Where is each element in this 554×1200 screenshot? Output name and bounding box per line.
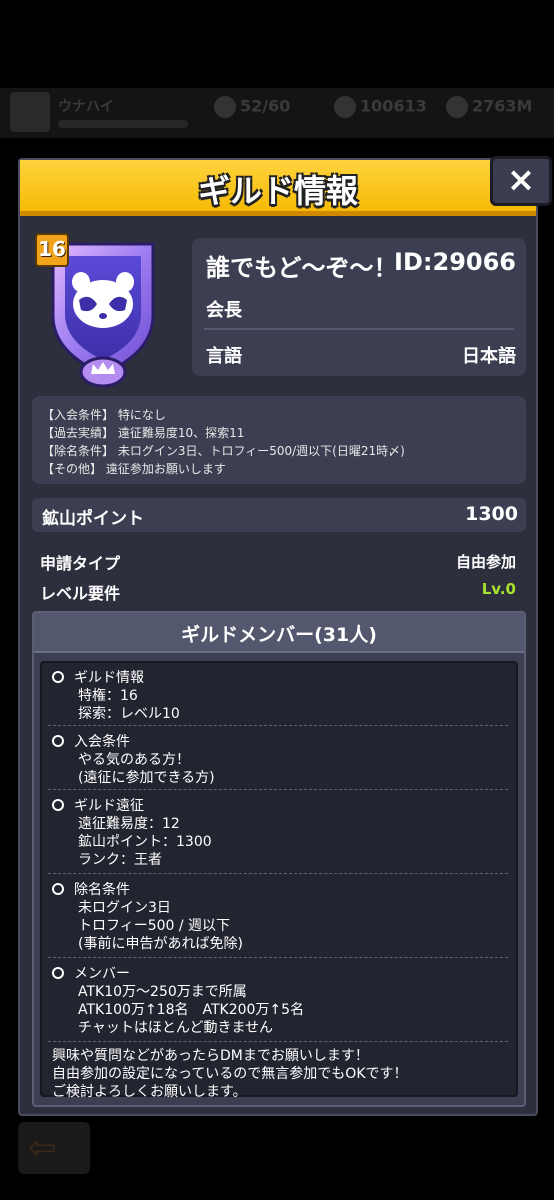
circle-bullet-icon bbox=[52, 967, 64, 979]
stamina-counter: 52/60 bbox=[214, 96, 290, 118]
section-line: 探索：レベル10 bbox=[78, 706, 180, 722]
gold-counter: 100613 bbox=[334, 96, 427, 118]
circle-bullet-icon bbox=[52, 735, 64, 747]
apply-type-label: 申請タイプ bbox=[40, 554, 121, 573]
language-value: 日本語 bbox=[462, 346, 516, 367]
modal-title: ギルド情報 bbox=[197, 172, 358, 210]
footer-line: ご検討よろしくお願いします。 bbox=[52, 1084, 247, 1100]
player-avatar bbox=[10, 92, 50, 132]
player-exp-bar bbox=[58, 120, 188, 128]
guild-id: ID:29066 bbox=[394, 248, 516, 276]
section-line: トロフィー500 / 週以下 bbox=[78, 918, 231, 934]
close-icon: × bbox=[506, 160, 536, 200]
gem-counter: 2763M bbox=[446, 96, 532, 118]
section-divider bbox=[48, 789, 508, 790]
circle-bullet-icon bbox=[52, 671, 64, 683]
section-line: ランク：王者 bbox=[78, 852, 162, 868]
guild-info-modal: ギルド情報 × 16 誰でもど〜ぞ〜！ ID:29066 会長 言語 日本語 【… bbox=[18, 156, 552, 1116]
section-title: メンバー bbox=[74, 966, 130, 982]
guild-members-panel: ギルドメンバー(31人) ギルド情報 特権：16 探索：レベル10 入会条件 や… bbox=[32, 611, 526, 1107]
level-requirement-label: レベル要件 bbox=[40, 584, 121, 603]
gold-icon bbox=[334, 96, 356, 118]
back-button[interactable]: ⇦ bbox=[18, 1122, 90, 1174]
section-line: やる気のある方！ bbox=[78, 752, 190, 768]
section-line: (遠征に参加できる方) bbox=[78, 770, 215, 786]
section-title: ギルド遠征 bbox=[74, 798, 144, 814]
section-line: チャットはほとんど動きません bbox=[78, 1020, 274, 1036]
back-arrow-icon: ⇦ bbox=[28, 1128, 57, 1168]
section-line: 遠征難易度：12 bbox=[78, 816, 180, 832]
description-line: 【過去実績】 遠征難易度10、探索11 bbox=[42, 426, 245, 440]
leader-label: 会長 bbox=[206, 300, 242, 321]
modal-header: ギルド情報 bbox=[20, 160, 536, 216]
level-requirement-value: Lv.0 bbox=[481, 580, 516, 598]
circle-bullet-icon bbox=[52, 799, 64, 811]
board-section-expedition: ギルド遠征 遠征難易度：12 鉱山ポイント：1300 ランク：王者 bbox=[52, 797, 512, 869]
board-section-guild-info: ギルド情報 特権：16 探索：レベル10 bbox=[52, 669, 512, 723]
section-divider bbox=[48, 957, 508, 958]
circle-bullet-icon bbox=[52, 883, 64, 895]
description-line: 【入会条件】 特になし bbox=[42, 408, 166, 422]
apply-type-value: 自由参加 bbox=[455, 553, 516, 571]
board-section-removal-conditions: 除名条件 未ログイン3日 トロフィー500 / 週以下 (事前に申告があれば免除… bbox=[52, 881, 512, 953]
board-section-members: メンバー ATK10万〜250万まで所属 ATK100万↑18名 ATK200万… bbox=[52, 965, 512, 1037]
members-board[interactable]: ギルド情報 特権：16 探索：レベル10 入会条件 やる気のある方！ (遠征に参… bbox=[40, 661, 518, 1100]
section-title: 除名条件 bbox=[74, 882, 130, 898]
section-divider bbox=[48, 1041, 508, 1042]
close-button[interactable]: × bbox=[490, 156, 552, 206]
player-name: ウナハイ bbox=[58, 99, 114, 115]
guild-info-card: 誰でもど〜ぞ〜！ ID:29066 会長 言語 日本語 bbox=[192, 238, 526, 376]
stamina-icon bbox=[214, 96, 236, 118]
section-line: ATK100万↑18名 ATK200万↑5名 bbox=[78, 1002, 305, 1018]
info-divider bbox=[204, 328, 514, 330]
section-title: ギルド情報 bbox=[74, 670, 144, 686]
section-title: 入会条件 bbox=[74, 734, 130, 750]
section-line: ATK10万〜250万まで所属 bbox=[78, 984, 247, 1000]
section-line: 特権：16 bbox=[78, 688, 138, 704]
section-divider bbox=[48, 725, 508, 726]
language-label: 言語 bbox=[206, 346, 242, 367]
footer-line: 自由参加の設定になっているので無言参加でもOKです！ bbox=[52, 1066, 408, 1082]
members-title: ギルドメンバー(31人) bbox=[181, 624, 377, 646]
guild-level-badge: 16 bbox=[35, 233, 69, 267]
description-line: 【除名条件】 未ログイン3日、トロフィー500/週以下(日曜21時〆) bbox=[42, 444, 405, 458]
board-section-join-conditions: 入会条件 やる気のある方！ (遠征に参加できる方) bbox=[52, 733, 512, 787]
description-line: 【その他】 遠征参加お願いします bbox=[42, 462, 226, 476]
section-line: 鉱山ポイント：1300 bbox=[78, 834, 212, 850]
guild-description: 【入会条件】 特になし 【過去実績】 遠征難易度10、探索11 【除名条件】 未… bbox=[32, 396, 526, 484]
section-divider bbox=[48, 873, 508, 874]
footer-line: 興味や質問などがあったらDMまでお願いします！ bbox=[52, 1048, 369, 1064]
gem-icon bbox=[446, 96, 468, 118]
mine-points-value: 1300 bbox=[465, 503, 518, 525]
section-line: 未ログイン3日 bbox=[78, 900, 171, 916]
mine-points-label: 鉱山ポイント bbox=[42, 509, 144, 529]
guild-name: 誰でもど〜ぞ〜！ bbox=[206, 254, 398, 282]
mine-points-row: 鉱山ポイント 1300 bbox=[32, 498, 526, 532]
members-header: ギルドメンバー(31人) bbox=[34, 613, 524, 653]
section-line: (事前に申告があれば免除) bbox=[78, 936, 243, 952]
